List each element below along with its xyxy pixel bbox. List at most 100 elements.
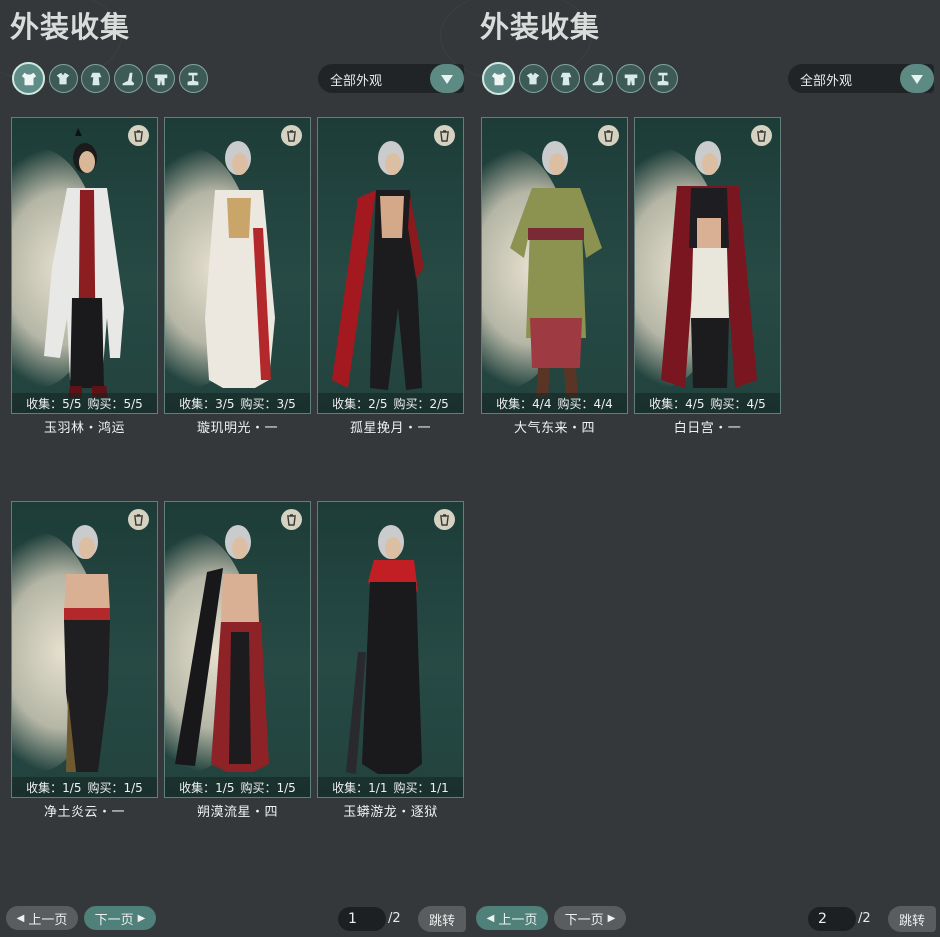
buy-count: 购买：1/1	[393, 780, 449, 795]
jump-label: 跳转	[428, 913, 455, 929]
jump-button[interactable]: 跳转	[418, 906, 466, 932]
outfit-card[interactable]: 收集：5/5 购买：5/5 玉羽林・鸿运	[11, 117, 158, 436]
chevron-left-icon: ◀	[486, 912, 495, 924]
trash-icon[interactable]	[281, 125, 302, 146]
outfit-preview: 收集：2/5 购买：2/5	[317, 117, 464, 414]
outfit-name: 璇玑明光・一	[196, 421, 278, 436]
page-total: /2	[858, 911, 871, 926]
outfit-card[interactable]: 收集：1/5 购买：1/5 净土炎云・一	[11, 501, 158, 820]
all-outfit-icon[interactable]	[12, 62, 45, 95]
outfit-preview: 收集：1/1 购买：1/1	[317, 501, 464, 798]
chevron-right-icon: ▶	[137, 912, 146, 924]
character-figure	[64, 525, 110, 772]
outfit-name: 净土炎云・一	[43, 805, 125, 820]
card-stats: 收集：1/5 购买：1/5	[165, 777, 310, 797]
pants-icon[interactable]	[648, 64, 678, 93]
prev-page-button[interactable]: ◀ 上一页	[6, 906, 78, 930]
outfit-card[interactable]: 收集：4/5 购买：4/5 白日宫・一	[634, 117, 781, 436]
card-stats: 收集：3/5 购买：3/5	[165, 393, 310, 413]
outfit-name: 玉羽林・鸿运	[43, 421, 125, 436]
character-figure	[510, 141, 602, 398]
next-page-label: 下一页	[94, 912, 134, 928]
character-figure	[175, 525, 269, 772]
trash-icon[interactable]	[281, 509, 302, 530]
top-icon[interactable]	[48, 64, 78, 93]
trash-icon[interactable]	[598, 125, 619, 146]
prev-page-label: 上一页	[498, 912, 538, 928]
pants-icon[interactable]	[178, 64, 208, 93]
outfit-name: 玉蟒游龙・逐狱	[343, 805, 438, 820]
belt-icon[interactable]	[616, 64, 645, 93]
outfit-card[interactable]: 收集：1/1 购买：1/1 玉蟒游龙・逐狱	[317, 501, 464, 820]
prev-page-button[interactable]: ◀ 上一页	[476, 906, 548, 930]
outfit-name: 孤星挽月・一	[349, 421, 431, 436]
belt-icon[interactable]	[146, 64, 175, 93]
card-stats: 收集：4/5 购买：4/5	[635, 393, 780, 413]
prev-page-label: 上一页	[28, 912, 68, 928]
outfit-name: 朔漠流星・四	[196, 805, 278, 820]
buy-count: 购买：3/5	[240, 396, 296, 411]
collect-count: 收集：3/5	[179, 396, 235, 411]
jump-label: 跳转	[898, 913, 925, 929]
buy-count: 购买：4/4	[557, 396, 613, 411]
category-icon-bar	[482, 62, 681, 95]
trash-icon[interactable]	[751, 125, 772, 146]
next-page-label: 下一页	[564, 912, 604, 928]
outfit-preview: 收集：5/5 购买：5/5	[11, 117, 158, 414]
chevron-left-icon: ◀	[16, 912, 25, 924]
outfit-card[interactable]: 收集：4/4 购买：4/4 大气东来・四	[481, 117, 628, 436]
robe-icon[interactable]	[551, 64, 580, 93]
card-stats: 收集：5/5 购买：5/5	[12, 393, 157, 413]
next-page-button[interactable]: 下一页 ▶	[84, 906, 156, 930]
trash-icon[interactable]	[434, 509, 455, 530]
chevron-down-icon[interactable]	[430, 64, 464, 93]
page-number-input[interactable]: 2	[808, 907, 856, 931]
buy-count: 购买：4/5	[710, 396, 766, 411]
collect-count: 收集：2/5	[332, 396, 388, 411]
collect-count: 收集：4/4	[496, 396, 552, 411]
panel-title: 外装收集	[10, 10, 131, 44]
collection-panel-right: 外装收集 全部外观 收集：4/4 购买：4/4 大气东来・四 收集：4/5 购买…	[440, 0, 940, 937]
page-total: /2	[388, 911, 401, 926]
chevron-right-icon: ▶	[607, 912, 616, 924]
jump-button[interactable]: 跳转	[888, 906, 936, 932]
outfit-preview: 收集：1/5 购买：1/5	[164, 501, 311, 798]
boots-icon[interactable]	[113, 64, 143, 93]
character-figure	[346, 525, 422, 774]
collect-count: 收集：1/1	[332, 780, 388, 795]
page-number-input[interactable]: 1	[338, 907, 386, 931]
outfit-preview: 收集：1/5 购买：1/5	[11, 501, 158, 798]
buy-count: 购买：5/5	[87, 396, 143, 411]
next-page-button[interactable]: 下一页 ▶	[554, 906, 626, 930]
outfit-card[interactable]: 收集：1/5 购买：1/5 朔漠流星・四	[164, 501, 311, 820]
filter-dropdown[interactable]: 全部外观	[318, 64, 464, 93]
card-stats: 收集：1/5 购买：1/5	[12, 777, 157, 797]
outfit-preview: 收集：4/4 购买：4/4	[481, 117, 628, 414]
card-stats: 收集：1/1 购买：1/1	[318, 777, 463, 797]
robe-icon[interactable]	[81, 64, 110, 93]
filter-value: 全部外观	[330, 74, 383, 89]
character-figure	[205, 141, 275, 388]
trash-icon[interactable]	[128, 509, 149, 530]
trash-icon[interactable]	[128, 125, 149, 146]
outfit-preview: 收集：4/5 购买：4/5	[634, 117, 781, 414]
filter-value: 全部外观	[800, 74, 853, 89]
top-icon[interactable]	[518, 64, 548, 93]
collection-panel-left: 外装收集 全部外观 收集：5/5 购买：5/5 玉羽林・鸿运 收集：3/5 购买…	[0, 0, 470, 937]
collect-count: 收集：1/5	[179, 780, 235, 795]
buy-count: 购买：2/5	[393, 396, 449, 411]
outfit-card[interactable]: 收集：3/5 购买：3/5 璇玑明光・一	[164, 117, 311, 436]
outfit-card[interactable]: 收集：2/5 购买：2/5 孤星挽月・一	[317, 117, 464, 436]
card-stats: 收集：4/4 购买：4/4	[482, 393, 627, 413]
all-outfit-icon[interactable]	[482, 62, 515, 95]
character-figure	[332, 141, 424, 390]
card-stats: 收集：2/5 购买：2/5	[318, 393, 463, 413]
chevron-down-icon[interactable]	[900, 64, 934, 93]
outfit-name: 白日宫・一	[673, 421, 742, 436]
buy-count: 购买：1/5	[240, 780, 296, 795]
filter-dropdown[interactable]: 全部外观	[788, 64, 934, 93]
buy-count: 购买：1/5	[87, 780, 143, 795]
trash-icon[interactable]	[434, 125, 455, 146]
collect-count: 收集：5/5	[26, 396, 82, 411]
boots-icon[interactable]	[583, 64, 613, 93]
